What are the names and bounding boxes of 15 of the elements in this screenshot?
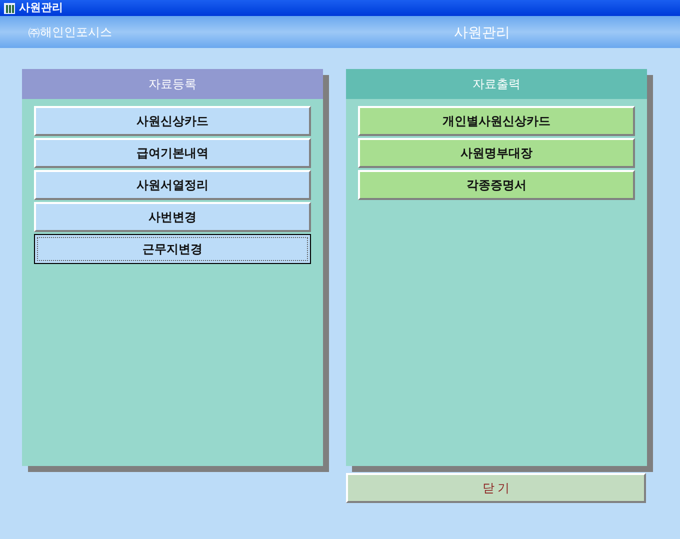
menu-button[interactable]: 각종증명서	[358, 170, 635, 200]
panel-header: 자료등록	[22, 69, 323, 99]
menu-button[interactable]: 사원명부대장	[358, 138, 635, 168]
close-button[interactable]: 닫 기	[346, 473, 646, 503]
menu-button[interactable]: 사번변경	[34, 202, 311, 232]
menu-button[interactable]: 근무지변경	[34, 234, 311, 264]
app-icon	[4, 2, 15, 14]
screen-title: 사원관리	[454, 22, 510, 42]
menu-button[interactable]: 개인별사원신상카드	[358, 106, 635, 136]
menu-button[interactable]: 급여기본내역	[34, 138, 311, 168]
window-title: 사원관리	[19, 0, 63, 16]
menu-button[interactable]: 사원서열정리	[34, 170, 311, 200]
panel-header: 자료출력	[346, 69, 647, 99]
menu-button[interactable]: 사원신상카드	[34, 106, 311, 136]
company-name: ㈜해인인포시스	[28, 24, 112, 41]
